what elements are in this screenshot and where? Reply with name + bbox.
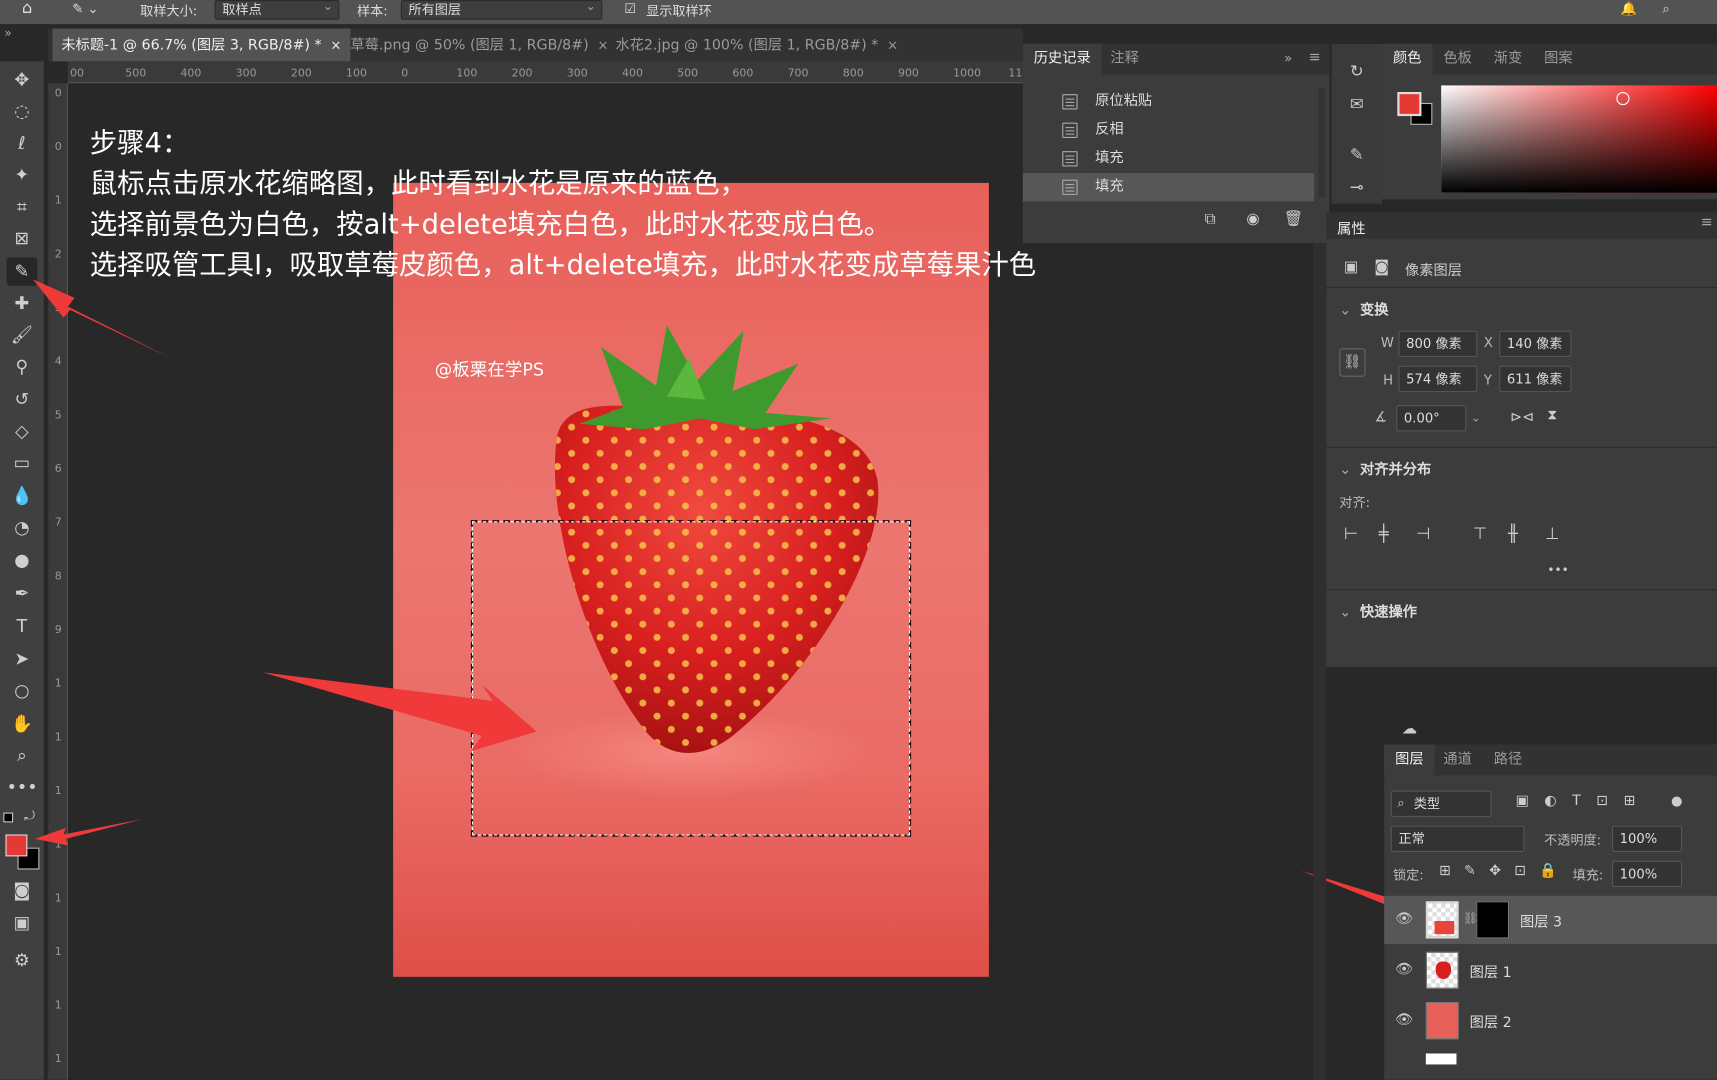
layer-row[interactable]: 👁 图层 2 <box>1384 997 1717 1045</box>
color-panel: 颜色 色板 渐变 图案 <box>1382 43 1717 200</box>
search-icon: ⌕ <box>1397 795 1405 811</box>
layer-thumbnail[interactable] <box>1425 951 1459 989</box>
visibility-eye-icon[interactable]: 👁 <box>1395 1012 1413 1028</box>
align-center-h-icon[interactable]: ╪ <box>1379 523 1389 543</box>
new-document-from-state-icon[interactable]: ⧉ <box>1205 210 1216 228</box>
align-middle-v-icon[interactable]: ╫ <box>1508 523 1518 543</box>
layer-mask-thumbnail[interactable] <box>1476 901 1510 939</box>
history-state-icon <box>1062 94 1078 110</box>
align-right-icon[interactable]: ⊣ <box>1416 523 1430 543</box>
history-state-icon <box>1062 179 1078 195</box>
visibility-eye-icon[interactable]: 👁 <box>1395 961 1413 977</box>
history-state-icon <box>1062 151 1078 167</box>
cloud-sync-icon[interactable]: ☁ <box>1402 721 1417 739</box>
arrow-to-splash <box>262 672 537 752</box>
x-field[interactable]: 140 像素 <box>1499 330 1572 358</box>
more-options-icon[interactable]: ••• <box>1547 563 1568 577</box>
w-label: W <box>1380 335 1394 351</box>
history-state-icon <box>1062 122 1078 138</box>
layer-row[interactable]: 👁 ⛓ 图层 3 <box>1384 895 1717 944</box>
layer-mask-icon[interactable]: ◙ <box>1374 258 1389 276</box>
arrow-to-foreground <box>35 819 143 846</box>
visibility-eye-icon[interactable]: 👁 <box>1395 911 1413 927</box>
layer-row[interactable]: 👁 图层 1 <box>1384 946 1717 994</box>
pixel-layer-icon: ▣ <box>1343 258 1359 276</box>
lock-label: 锁定: <box>1392 867 1424 883</box>
width-field[interactable]: 800 像素 <box>1398 330 1478 358</box>
history-item[interactable]: 原位粘贴 <box>1023 88 1314 116</box>
properties-title: 属性 <box>1337 221 1366 238</box>
height-field[interactable]: 574 像素 <box>1398 365 1478 393</box>
fill-label: 填充: <box>1572 867 1604 883</box>
tab-gradient[interactable]: 渐变 <box>1483 44 1533 75</box>
align-left-icon[interactable]: ⊢ <box>1344 523 1358 543</box>
adjustments-icon[interactable]: ⊸ <box>1343 173 1371 201</box>
flip-horizontal-icon[interactable]: ⊳⊲ <box>1510 410 1534 426</box>
layer-name[interactable]: 图层 3 <box>1520 910 1562 930</box>
opacity-field[interactable]: 100% <box>1611 825 1683 852</box>
tab-paths[interactable]: 路径 <box>1483 745 1533 776</box>
h-label: H <box>1383 372 1394 388</box>
tab-history[interactable]: 历史记录 <box>1022 43 1102 75</box>
fill-field[interactable]: 100% <box>1611 860 1683 888</box>
layers-panel: 图层 通道 路径 类型 ⌕ ▣◐T⊡⊞ ● 正常 不透明度: 100% 锁定: … <box>1384 744 1717 1080</box>
link-dimensions-icon[interactable]: ⛓ <box>1339 348 1366 377</box>
align-label: 对齐: <box>1339 494 1371 511</box>
history-scrollbar[interactable] <box>1318 87 1326 198</box>
panel-icon-strip: ↻ ✉ ✎ ⊸ <box>1331 43 1383 204</box>
tab-pattern[interactable]: 图案 <box>1533 44 1583 75</box>
layer-filter-select[interactable]: 类型 <box>1390 790 1492 817</box>
history-panel-icon[interactable]: ↻ <box>1343 57 1371 85</box>
history-item-current[interactable]: 填充 <box>1022 173 1315 202</box>
transform-section-header[interactable]: 变换 <box>1339 298 1388 318</box>
delete-trash-icon[interactable]: 🗑 <box>1283 210 1302 228</box>
collapse-icon[interactable]: » <box>1284 50 1292 65</box>
tab-notes[interactable]: 注释 <box>1099 44 1149 75</box>
angle-icon: ∡ <box>1374 409 1388 426</box>
foreground-color-chip[interactable] <box>1397 91 1422 117</box>
brush-settings-icon[interactable]: ✎ <box>1343 140 1371 168</box>
snapshot-camera-icon[interactable]: ◉ <box>1246 210 1259 228</box>
align-top-icon[interactable]: ⊤ <box>1473 523 1487 543</box>
align-bottom-icon[interactable]: ⊥ <box>1545 523 1559 543</box>
blend-mode-select[interactable]: 正常 <box>1390 825 1525 852</box>
tab-color[interactable]: 颜色 <box>1382 43 1433 75</box>
tab-swatches[interactable]: 色板 <box>1432 44 1482 75</box>
layer-thumbnail[interactable] <box>1425 1002 1459 1040</box>
lock-icons[interactable]: ⊞✎✥⊡🔒 <box>1439 863 1570 879</box>
panel-menu-icon[interactable]: ≡ <box>1309 49 1321 65</box>
properties-panel: 属性 ≡ ▣ ◙ 像素图层 变换 ⛓ W 800 像素 X 140 像素 H 5… <box>1326 212 1717 667</box>
y-field[interactable]: 611 像素 <box>1499 365 1572 393</box>
arrow-to-eyedropper <box>32 279 174 360</box>
tab-layers[interactable]: 图层 <box>1384 744 1435 776</box>
angle-field[interactable]: 0.00° <box>1396 405 1467 432</box>
chevron-down-icon[interactable]: ⌄ <box>1471 405 1489 431</box>
filter-toggle-icon[interactable]: ● <box>1671 793 1682 808</box>
history-item[interactable]: 填充 <box>1023 145 1314 173</box>
layer-thumbnail[interactable] <box>1425 901 1459 939</box>
x-label: X <box>1483 335 1493 351</box>
history-item[interactable]: 反相 <box>1023 116 1314 144</box>
comments-panel-icon[interactable]: ✉ <box>1343 90 1371 118</box>
flip-vertical-icon[interactable]: ⧗ <box>1547 407 1557 423</box>
align-section-header[interactable]: 对齐并分布 <box>1339 458 1431 478</box>
layer-name[interactable]: 图层 1 <box>1470 960 1512 981</box>
panel-menu-icon[interactable]: ≡ <box>1701 215 1713 231</box>
quick-actions-header[interactable]: 快速操作 <box>1339 600 1417 620</box>
layer-name[interactable]: 图层 2 <box>1470 1011 1512 1031</box>
layer-filter-icons[interactable]: ▣◐T⊡⊞ <box>1516 793 1651 809</box>
layer-thumbnail-partial[interactable] <box>1425 1053 1457 1065</box>
color-picker-field[interactable] <box>1441 85 1717 193</box>
picker-cursor[interactable] <box>1616 91 1630 106</box>
opacity-label: 不透明度: <box>1544 832 1602 848</box>
history-panel: 历史记录 注释 » ≡ 原位粘贴 反相 填充 填充 ⧉ ◉ 🗑 <box>1022 43 1330 244</box>
panel-scrollbar[interactable] <box>1313 243 1327 1080</box>
layer-type-label: 像素图层 <box>1405 262 1462 280</box>
y-label: Y <box>1483 372 1492 388</box>
tab-channels[interactable]: 通道 <box>1432 745 1482 776</box>
